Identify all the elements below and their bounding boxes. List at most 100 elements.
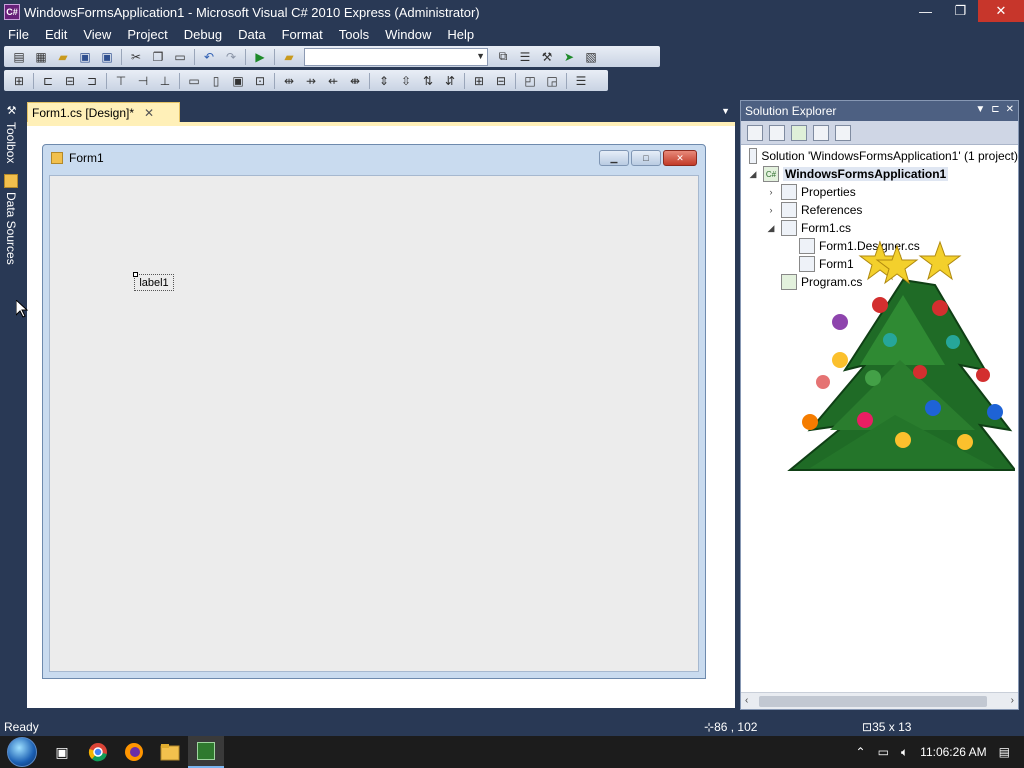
clock[interactable]: 11:06:26 AM [920,745,987,759]
decrease-horizontal-spacing-icon[interactable]: ⇷ [325,73,341,89]
data-sources-tab[interactable]: Data Sources [2,174,20,265]
menu-view[interactable]: View [75,27,119,42]
make-vertical-spacing-equal-icon[interactable]: ⇕ [376,73,392,89]
toolbox-icon[interactable]: ⚒ [539,49,555,65]
align-lefts-icon[interactable]: ⊏ [40,73,56,89]
bring-to-front-icon[interactable]: ◰ [522,73,538,89]
refresh-icon[interactable] [791,124,807,141]
scrollbar-thumb[interactable] [759,696,987,707]
minimize-button[interactable]: — [908,0,943,22]
paste-icon[interactable]: ▭ [172,49,188,65]
solution-explorer-icon[interactable]: ⧉ [495,49,511,65]
increase-vertical-spacing-icon[interactable]: ⇳ [398,73,414,89]
remove-horizontal-spacing-icon[interactable]: ⇼ [347,73,363,89]
scroll-right-icon[interactable]: › [1011,695,1014,706]
start-page-icon[interactable]: ➤ [561,49,577,65]
tree-item-form1-cs[interactable]: ◢ Form1.cs [741,219,1018,237]
label1-control[interactable]: label1 [133,272,174,291]
action-center-icon[interactable]: ▤ [999,745,1010,759]
taskbar-chrome[interactable] [80,736,116,768]
maximize-button[interactable]: ❐ [943,0,978,22]
document-list-dropdown-icon[interactable]: ▼ [721,106,730,116]
find-in-files-icon[interactable]: ▰ [281,49,297,65]
start-debugging-icon[interactable]: ▶ [252,49,268,65]
extension-icon[interactable]: ▧ [583,49,599,65]
taskbar-visual-csharp[interactable] [188,736,224,768]
copy-icon[interactable]: ❐ [150,49,166,65]
tree-item-project[interactable]: ◢ C# WindowsFormsApplication1 [741,165,1018,183]
show-all-files-icon[interactable] [769,124,785,141]
undo-icon[interactable]: ↶ [201,49,217,65]
menu-edit[interactable]: Edit [37,27,75,42]
tree-item-references[interactable]: › References [741,201,1018,219]
tab-form1-design[interactable]: Form1.cs [Design]* ✕ [27,102,180,122]
make-same-height-icon[interactable]: ▯ [208,73,224,89]
volume-icon[interactable]: 🔈︎ [901,745,908,760]
tree-item-solution[interactable]: Solution 'WindowsFormsApplication1' (1 p… [741,147,1018,165]
toolbar-separator [274,48,275,65]
save-all-icon[interactable]: ▣ [99,49,115,65]
close-icon[interactable]: ✕ [144,106,154,120]
collapse-icon[interactable]: ◢ [765,223,777,234]
network-icon[interactable]: ▭ [878,745,889,759]
new-project-icon[interactable]: ▤ [11,49,27,65]
center-vertically-icon[interactable]: ⊟ [493,73,509,89]
increase-horizontal-spacing-icon[interactable]: ⇸ [303,73,319,89]
menu-help[interactable]: Help [439,27,482,42]
align-bottoms-icon[interactable]: ⊥ [157,73,173,89]
align-tops-icon[interactable]: ⊤ [113,73,129,89]
toolbox-tab[interactable]: ⚒ Toolbox [2,104,20,163]
make-same-size-icon[interactable]: ▣ [230,73,246,89]
redo-icon[interactable]: ↷ [223,49,239,65]
view-designer-icon[interactable] [835,124,851,141]
scroll-left-icon[interactable]: ‹ [745,695,748,706]
align-to-grid-icon[interactable]: ⊞ [11,73,27,89]
design-surface[interactable]: Form1 ▁ □ ✕ label1 [27,122,735,708]
make-same-width-icon[interactable]: ▭ [186,73,202,89]
expand-icon[interactable]: › [765,187,777,197]
center-horizontally-icon[interactable]: ⊞ [471,73,487,89]
form-client-area[interactable]: label1 [49,175,699,672]
add-item-icon[interactable]: ▦ [33,49,49,65]
menu-tools[interactable]: Tools [331,27,377,42]
taskbar-firefox[interactable] [116,736,152,768]
decrease-vertical-spacing-icon[interactable]: ⇅ [420,73,436,89]
menu-window[interactable]: Window [377,27,439,42]
menu-format[interactable]: Format [274,27,331,42]
toolbar-separator [369,72,370,89]
start-button[interactable] [0,736,44,768]
horizontal-scrollbar[interactable]: ‹ › [741,692,1018,709]
expand-icon[interactable]: › [765,205,777,215]
align-middles-icon[interactable]: ⊣ [135,73,151,89]
menu-data[interactable]: Data [230,27,273,42]
properties-window-icon[interactable]: ☰ [517,49,533,65]
selection-grip[interactable] [133,272,138,277]
properties-icon[interactable] [747,124,763,141]
size-to-grid-icon[interactable]: ⊡ [252,73,268,89]
designer-form[interactable]: Form1 ▁ □ ✕ label1 [42,144,706,679]
tree-item-properties[interactable]: › Properties [741,183,1018,201]
view-code-icon[interactable] [813,124,829,141]
cut-icon[interactable]: ✂ [128,49,144,65]
collapse-icon[interactable]: ◢ [747,169,759,180]
menu-file[interactable]: File [0,27,37,42]
close-button[interactable]: ✕ [978,0,1024,22]
auto-hide-pin-icon[interactable]: ⊏ [991,104,999,115]
remove-vertical-spacing-icon[interactable]: ⇵ [442,73,458,89]
make-horizontal-spacing-equal-icon[interactable]: ⇹ [281,73,297,89]
close-icon[interactable]: ✕ [1006,104,1014,115]
show-hidden-icons-icon[interactable]: ⌃ [856,745,866,759]
menu-debug[interactable]: Debug [176,27,230,42]
align-rights-icon[interactable]: ⊐ [84,73,100,89]
task-view-button[interactable]: ▣ [44,736,80,768]
find-combobox[interactable]: ▼ [304,47,488,66]
send-to-back-icon[interactable]: ◲ [544,73,560,89]
taskbar-file-explorer[interactable] [152,736,188,768]
align-centers-icon[interactable]: ⊟ [62,73,78,89]
window-position-icon[interactable]: ▼ [975,104,985,115]
open-file-icon[interactable]: ▰ [55,49,71,65]
save-icon[interactable]: ▣ [77,49,93,65]
menu-project[interactable]: Project [119,27,175,42]
windows-taskbar: ▣ ⌃ ▭ 🔈︎ 11:06:26 AM ▤ [0,736,1024,768]
tab-order-icon[interactable]: ☰ [573,73,589,89]
